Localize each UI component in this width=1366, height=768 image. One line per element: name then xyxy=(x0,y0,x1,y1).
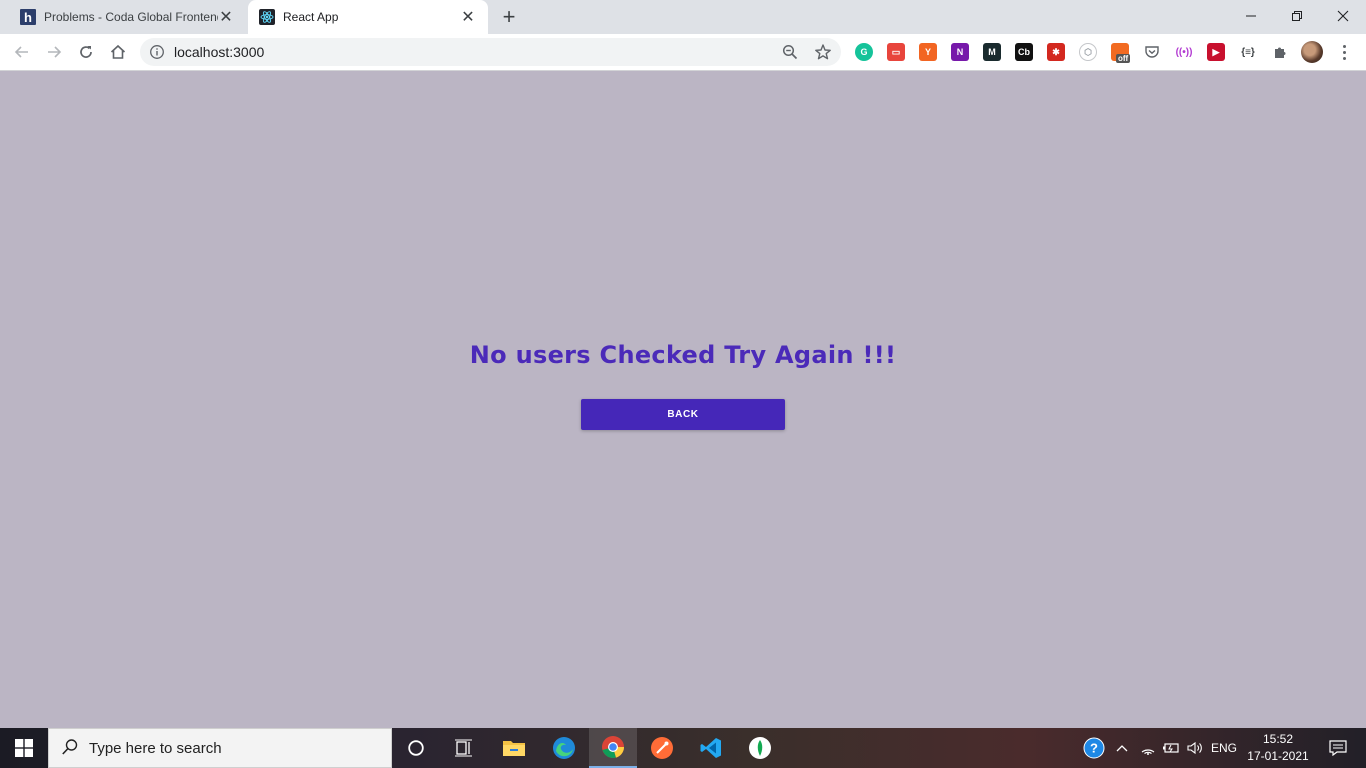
windows-taskbar: Type here to search ? ENG 15:52 17-01-20… xyxy=(0,728,1366,768)
hackerearth-h-icon: h xyxy=(20,9,36,25)
tab-title: React App xyxy=(283,10,339,24)
search-icon xyxy=(61,738,79,759)
new-tab-button[interactable]: + xyxy=(497,4,521,29)
extension-red-2-icon[interactable]: ✱ xyxy=(1047,43,1065,61)
radio-icon[interactable]: ((•)) xyxy=(1175,43,1193,61)
profile-avatar[interactable] xyxy=(1301,41,1323,63)
taskbar-search-box[interactable]: Type here to search xyxy=(48,728,392,768)
puzzle-icon[interactable] xyxy=(1271,43,1289,61)
json-viewer-icon[interactable]: {≡} xyxy=(1239,43,1257,61)
pocket-icon[interactable] xyxy=(1143,43,1161,61)
extension-orange-icon[interactable]: Y xyxy=(919,43,937,61)
react-atom-icon xyxy=(259,9,275,25)
extension-hex-icon[interactable]: ⬡ xyxy=(1079,43,1097,61)
help-icon[interactable]: ? xyxy=(1080,728,1108,768)
onenote-icon[interactable]: N xyxy=(951,43,969,61)
clock[interactable]: 15:52 17-01-2021 xyxy=(1244,731,1312,765)
notifications-icon[interactable] xyxy=(1318,728,1358,768)
forward-arrow-icon[interactable] xyxy=(40,38,68,66)
cb-icon[interactable]: Cb xyxy=(1015,43,1033,61)
chevron-up-icon[interactable] xyxy=(1112,728,1132,768)
play-icon[interactable]: ▶ xyxy=(1207,43,1225,61)
more-menu-icon[interactable] xyxy=(1336,40,1352,64)
postman-icon[interactable] xyxy=(638,728,686,768)
clock-time: 15:52 xyxy=(1262,732,1294,746)
close-window-button[interactable] xyxy=(1320,0,1366,32)
grammarly-icon[interactable]: G xyxy=(855,43,873,61)
language-indicator[interactable]: ENG xyxy=(1208,728,1240,768)
close-icon[interactable]: ✕ xyxy=(218,9,234,26)
tab-strip: h Problems - Coda Global Frontend ✕ Reac… xyxy=(0,0,1366,34)
battery-icon[interactable] xyxy=(1160,728,1182,768)
edge-icon[interactable] xyxy=(540,728,588,768)
windows-start-icon[interactable] xyxy=(0,728,48,768)
minimize-button[interactable] xyxy=(1228,0,1274,32)
wifi-icon[interactable] xyxy=(1138,728,1158,768)
tab-react-app[interactable]: React App ✕ xyxy=(248,0,488,34)
close-icon[interactable]: ✕ xyxy=(460,9,476,26)
browser-toolbar: localhost:3000 xyxy=(0,34,1366,71)
address-bar[interactable]: localhost:3000 xyxy=(140,38,841,66)
volume-icon[interactable] xyxy=(1184,728,1206,768)
tab-problems[interactable]: h Problems - Coda Global Frontend ✕ xyxy=(0,0,246,34)
restore-button[interactable] xyxy=(1274,0,1320,32)
file-explorer-icon[interactable] xyxy=(490,728,538,768)
extension-red-icon[interactable]: ▭ xyxy=(887,43,905,61)
bookmark-star-icon[interactable] xyxy=(814,43,832,61)
page-content: No users Checked Try Again !!! BACK xyxy=(0,71,1366,728)
zoom-out-icon[interactable] xyxy=(782,44,798,60)
url-text: localhost:3000 xyxy=(174,44,265,60)
home-icon[interactable] xyxy=(104,38,132,66)
no-users-message: No users Checked Try Again !!! xyxy=(469,341,897,369)
extension-badge: off xyxy=(1116,54,1131,63)
back-arrow-icon[interactable] xyxy=(8,38,36,66)
vscode-icon[interactable] xyxy=(687,728,735,768)
svg-text:?: ? xyxy=(1090,741,1098,756)
medium-icon[interactable]: M xyxy=(983,43,1001,61)
task-view-icon[interactable] xyxy=(440,728,488,768)
tab-title: Problems - Coda Global Frontend xyxy=(44,10,218,24)
site-info-icon[interactable] xyxy=(149,44,165,60)
search-placeholder: Type here to search xyxy=(89,739,222,757)
mongodb-compass-icon[interactable] xyxy=(736,728,784,768)
clock-date: 17-01-2021 xyxy=(1247,749,1309,763)
cortana-icon[interactable] xyxy=(392,728,440,768)
reload-icon[interactable] xyxy=(72,38,100,66)
extension-off-icon[interactable]: off xyxy=(1111,43,1131,63)
back-button[interactable]: BACK xyxy=(581,399,785,430)
chrome-taskbar-icon[interactable] xyxy=(589,728,637,768)
